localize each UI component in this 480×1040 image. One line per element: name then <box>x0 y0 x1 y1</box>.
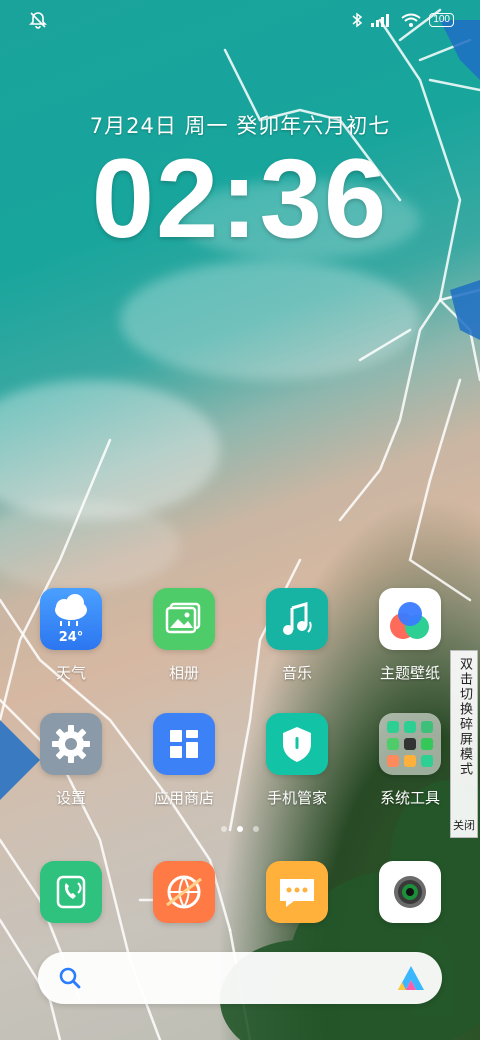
crack-mode-close[interactable]: 关闭 <box>451 817 477 833</box>
app-settings[interactable]: 设置 <box>16 713 126 808</box>
crack-mode-toggle[interactable]: 双击切换碎屏模式 关闭 <box>450 650 478 838</box>
dock-phone[interactable] <box>16 861 126 923</box>
gallery-icon <box>153 588 215 650</box>
search-icon <box>59 967 81 989</box>
dock-messages[interactable] <box>242 861 352 923</box>
bluetooth-icon <box>352 12 363 28</box>
signal-icon <box>371 14 390 27</box>
assistant-icon[interactable] <box>396 964 426 992</box>
app-label: 主题壁纸 <box>379 664 440 682</box>
phone-manager-icon <box>266 713 328 775</box>
folder-icon <box>379 713 441 775</box>
clock-time[interactable]: 02:36 <box>0 134 480 263</box>
search-bar[interactable] <box>38 952 442 1004</box>
dock-camera[interactable] <box>355 861 465 923</box>
app-store-icon <box>153 713 215 775</box>
theme-icon <box>379 588 441 650</box>
app-label: 音乐 <box>281 664 312 682</box>
battery-indicator: 100 <box>429 13 454 27</box>
app-phone-manager[interactable]: 手机管家 <box>242 713 352 808</box>
status-bar: 100 <box>0 0 480 40</box>
app-label: 设置 <box>55 789 86 807</box>
messages-icon <box>266 861 328 923</box>
settings-icon <box>40 713 102 775</box>
app-label: 相册 <box>168 664 199 682</box>
weather-temp: 24° <box>58 630 84 645</box>
page-dot <box>221 826 227 832</box>
weather-icon: 24° <box>40 588 102 650</box>
app-label: 应用商店 <box>153 789 214 807</box>
app-label: 系统工具 <box>379 789 440 807</box>
app-theme[interactable]: 主题壁纸 <box>355 588 465 683</box>
crack-mode-text: 双击切换碎屏模式 <box>457 657 472 777</box>
mute-icon <box>29 12 47 29</box>
page-indicator <box>0 826 480 832</box>
app-weather[interactable]: 24° 天气 <box>16 588 126 683</box>
app-label: 手机管家 <box>266 789 327 807</box>
app-store[interactable]: 应用商店 <box>129 713 239 808</box>
page-dot <box>253 826 259 832</box>
wifi-icon <box>401 13 421 27</box>
dock-browser[interactable] <box>129 861 239 923</box>
app-folder-system-tools[interactable]: 系统工具 <box>355 713 465 808</box>
page-dot-active <box>237 826 243 832</box>
app-label: 天气 <box>55 664 86 682</box>
music-icon <box>266 588 328 650</box>
phone-icon <box>40 861 102 923</box>
browser-icon <box>153 861 215 923</box>
app-music[interactable]: 音乐 <box>242 588 352 683</box>
app-gallery[interactable]: 相册 <box>129 588 239 683</box>
camera-icon <box>379 861 441 923</box>
